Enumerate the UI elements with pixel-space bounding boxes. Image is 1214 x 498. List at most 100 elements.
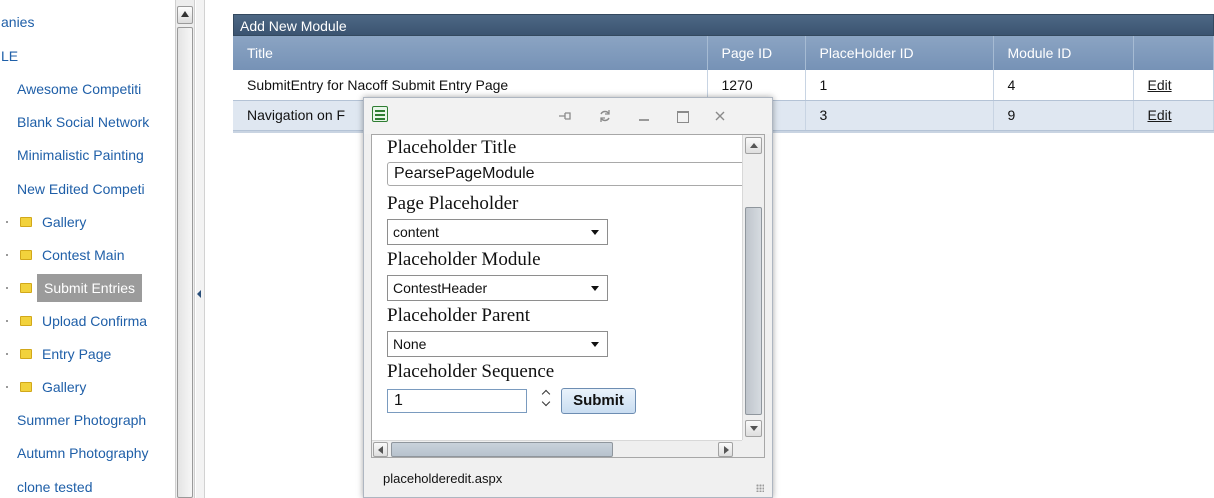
tree-item-label: LE — [1, 48, 19, 64]
scroll-left-arrow-icon[interactable] — [373, 442, 388, 457]
tree-connector-dot — [6, 386, 8, 388]
tree-item-label: Contest Main — [42, 247, 125, 263]
number-spinner-icon[interactable] — [540, 387, 554, 411]
placeholder-title-label: Placeholder Title — [387, 137, 517, 158]
pane-splitter[interactable] — [196, 0, 205, 498]
tree-item[interactable]: Gallery — [0, 375, 175, 399]
tree-item[interactable]: Gallery — [0, 210, 175, 234]
tree-connector-dot — [6, 287, 8, 289]
tree-item[interactable]: Submit Entries — [0, 274, 175, 302]
horizontal-scroll-thumb[interactable] — [391, 442, 613, 457]
submit-button[interactable]: Submit — [561, 388, 636, 414]
tree-item[interactable]: Awesome Competiti — [0, 77, 175, 101]
page-placeholder-label: Page Placeholder — [387, 193, 519, 214]
folder-icon — [20, 283, 32, 293]
tree-item-label: anies — [1, 14, 35, 30]
scroll-down-arrow-icon[interactable] — [745, 420, 762, 437]
tree-item[interactable]: Upload Confirma — [0, 309, 175, 333]
tree-connector-dot — [6, 254, 8, 256]
page-tree: anies LE Awesome Competiti Blank Social Net… — [0, 0, 175, 498]
column-header-title[interactable]: Title — [233, 36, 708, 70]
tree-item[interactable]: Autumn Photography — [0, 441, 175, 465]
tree-item-label: Autumn Photography — [17, 445, 149, 461]
vertical-scroll-thumb[interactable] — [745, 207, 762, 415]
maximize-icon[interactable] — [674, 108, 690, 124]
column-header-module-id[interactable]: Module ID — [993, 36, 1134, 70]
cell-module-id: 9 — [993, 100, 1134, 131]
cell-placeholder-id: 3 — [805, 100, 994, 131]
tree-item-label: Entry Page — [42, 346, 112, 362]
chevron-down-icon — [591, 286, 599, 291]
folder-icon — [20, 349, 32, 359]
edit-link[interactable]: Edit — [1148, 77, 1172, 93]
horizontal-scrollbar[interactable] — [372, 440, 742, 457]
grid-title: Add New Module — [233, 14, 1214, 36]
tree-item[interactable]: LE — [0, 44, 175, 68]
column-header-placeholder-id[interactable]: PlaceHolder ID — [805, 36, 994, 70]
scrollbar-corner — [742, 440, 764, 457]
tree-item[interactable]: New Edited Competi — [0, 177, 175, 201]
tree-connector-dot — [6, 353, 8, 355]
edit-link[interactable]: Edit — [1148, 107, 1172, 123]
table-row: SubmitEntry for Nacoff Submit Entry Page… — [233, 70, 1214, 101]
tree-connector-dot — [6, 320, 8, 322]
tree-item-label: Gallery — [42, 379, 87, 395]
placeholder-module-select[interactable]: ContestHeader — [387, 275, 608, 301]
cell-title: SubmitEntry for Nacoff Submit Entry Page — [233, 70, 708, 101]
tree-item[interactable]: anies — [0, 10, 175, 34]
dialog-status-text: placeholderedit.aspx — [383, 471, 503, 486]
tree-item[interactable]: Summer Photograph — [0, 408, 175, 432]
resize-grip-icon[interactable] — [756, 484, 764, 492]
folder-icon — [20, 316, 32, 326]
column-header-actions — [1133, 36, 1214, 70]
tree-item[interactable]: Minimalistic Painting — [0, 143, 175, 167]
cell-placeholder-id: 1 — [805, 70, 994, 101]
scroll-up-arrow-icon[interactable] — [177, 6, 193, 24]
tree-item-label: Summer Photograph — [17, 412, 147, 428]
pin-icon[interactable] — [557, 108, 573, 124]
placeholder-module-value: ContestHeader — [393, 280, 488, 296]
tree-item[interactable]: clone tested — [0, 475, 175, 498]
folder-icon — [20, 217, 32, 227]
placeholder-sequence-label: Placeholder Sequence — [387, 361, 555, 382]
tree-connector-dot — [6, 221, 8, 223]
placeholder-sequence-input[interactable]: 1 — [387, 389, 527, 413]
placeholder-parent-label: Placeholder Parent — [387, 305, 530, 326]
tree-item[interactable]: Entry Page — [0, 342, 175, 366]
tree-item[interactable]: Contest Main — [0, 243, 175, 267]
cell-page-id: 1270 — [707, 70, 806, 101]
placeholder-module-label: Placeholder Module — [387, 249, 541, 270]
scroll-right-arrow-icon[interactable] — [718, 442, 733, 457]
tree-item[interactable]: Blank Social Network — [0, 110, 175, 134]
placeholder-parent-value: None — [393, 336, 427, 352]
cell-action: Edit — [1133, 100, 1214, 131]
dialog-status-bar: placeholderedit.aspx — [364, 464, 772, 497]
dialog-titlebar[interactable] — [364, 98, 772, 134]
reload-icon[interactable] — [597, 108, 613, 124]
page-placeholder-select[interactable]: content — [387, 219, 608, 245]
folder-icon — [20, 250, 32, 260]
form-app-icon — [372, 106, 388, 122]
placeholder-title-input[interactable]: PearsePageModule — [387, 162, 747, 186]
placeholder-edit-dialog: Placeholder Title PearsePageModule Page … — [363, 97, 773, 498]
scroll-up-arrow-icon[interactable] — [745, 137, 762, 154]
column-header-page-id[interactable]: Page ID — [707, 36, 806, 70]
tree-item-label: Gallery — [42, 214, 87, 230]
tree-item-label: Submit Entries — [37, 274, 143, 302]
folder-icon — [20, 382, 32, 392]
tree-item-label: Minimalistic Painting — [17, 147, 144, 163]
tree-item-label: New Edited Competi — [17, 181, 145, 197]
minimize-icon[interactable] — [636, 108, 652, 124]
tree-scroll-thumb[interactable] — [177, 27, 193, 498]
tree-scrollbar[interactable] — [175, 0, 195, 498]
vertical-scrollbar[interactable] — [742, 135, 764, 440]
tree-item-label: Awesome Competiti — [17, 81, 142, 97]
tree-item-label: Upload Confirma — [42, 313, 148, 329]
close-icon[interactable] — [712, 108, 728, 124]
collapse-arrow-icon[interactable] — [197, 290, 201, 298]
tree-item-label: clone tested — [17, 479, 93, 495]
chevron-down-icon — [591, 342, 599, 347]
tree-item-label: Blank Social Network — [17, 114, 150, 130]
placeholder-parent-select[interactable]: None — [387, 331, 608, 357]
cell-action: Edit — [1133, 70, 1214, 101]
